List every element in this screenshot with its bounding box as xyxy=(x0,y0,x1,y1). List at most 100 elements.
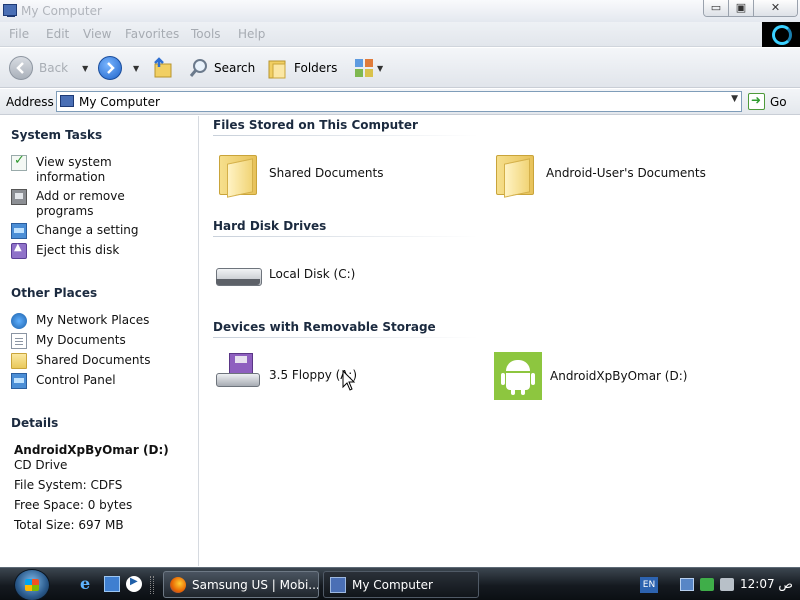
title-bar: My Computer ▭ ▣ ✕ xyxy=(0,0,800,22)
menu-help[interactable]: Help xyxy=(238,27,265,41)
quicklaunch-divider xyxy=(150,576,154,594)
sidebar-item-control-panel[interactable]: Control Panel xyxy=(11,373,176,389)
group-divider xyxy=(213,337,478,338)
details-file-system: File System: CDFS xyxy=(14,478,123,492)
group-divider xyxy=(213,135,478,136)
item-label: Android-User's Documents xyxy=(546,166,706,180)
sidebar-item-change-setting[interactable]: Change a setting xyxy=(11,223,176,239)
menu-favorites[interactable]: Favorites xyxy=(125,27,179,41)
item-label: AndroidXpByOmar (D:) xyxy=(550,369,688,383)
windows-logo-icon xyxy=(762,22,800,47)
go-arrow-icon xyxy=(748,93,765,110)
network-icon[interactable] xyxy=(680,578,694,591)
menu-view[interactable]: View xyxy=(83,27,111,41)
address-label: Address xyxy=(6,95,54,109)
task-pane: System Tasks View system information Add… xyxy=(0,116,199,566)
local-disk-c[interactable]: Local Disk (C:) xyxy=(213,250,355,298)
back-button[interactable]: Back ▼ xyxy=(9,56,88,80)
menu-file[interactable]: File xyxy=(9,27,29,41)
eject-icon xyxy=(11,242,27,259)
android-cd-drive-icon xyxy=(494,352,542,400)
show-desktop-icon[interactable] xyxy=(104,576,120,592)
forward-button[interactable]: ▼ xyxy=(98,56,139,80)
taskbar-item-label: Samsung US | Mobi... xyxy=(192,577,319,592)
group-heading-removable-storage: Devices with Removable Storage xyxy=(213,320,436,334)
cd-drive-d[interactable]: AndroidXpByOmar (D:) xyxy=(494,352,687,400)
sidebar-item-add-remove-programs[interactable]: Add or remove programs xyxy=(11,189,176,219)
forward-arrow-icon xyxy=(98,56,122,80)
menu-edit[interactable]: Edit xyxy=(46,27,69,41)
folder-icon xyxy=(213,149,261,197)
group-divider xyxy=(213,236,478,237)
forward-dropdown-icon[interactable]: ▼ xyxy=(133,64,139,73)
details-heading[interactable]: Details xyxy=(11,416,58,430)
sidebar-item-label: View system information xyxy=(36,155,112,184)
sidebar-item-my-documents[interactable]: My Documents xyxy=(11,333,176,349)
search-button[interactable]: Search xyxy=(188,56,255,80)
up-button[interactable] xyxy=(150,56,174,80)
sidebar-item-view-system-information[interactable]: View system information xyxy=(11,153,176,185)
language-indicator[interactable]: EN xyxy=(640,577,658,593)
search-icon xyxy=(189,59,207,77)
views-icon xyxy=(355,59,373,77)
folders-button[interactable]: Folders xyxy=(266,56,337,80)
security-icon[interactable] xyxy=(700,578,714,591)
address-bar: Address My Computer ▼ Go xyxy=(0,89,800,115)
address-dropdown-icon[interactable]: ▼ xyxy=(731,94,738,104)
sidebar-item-label: Add or remove programs xyxy=(36,189,125,218)
taskbar-item-samsung[interactable]: Samsung US | Mobi... xyxy=(163,571,319,598)
volume-icon[interactable] xyxy=(720,578,734,591)
hard-disk-icon xyxy=(213,250,262,298)
taskbar-item-my-computer[interactable]: My Computer xyxy=(323,571,479,598)
clock[interactable]: 12:07 ص xyxy=(740,577,793,591)
folder-icon xyxy=(490,149,538,197)
sidebar-item-label: Change a setting xyxy=(36,223,139,237)
group-heading-hard-disk-drives: Hard Disk Drives xyxy=(213,219,327,233)
group-heading-files-stored: Files Stored on This Computer xyxy=(213,118,418,132)
control-panel-icon xyxy=(11,373,27,389)
up-folder-icon xyxy=(154,57,172,78)
address-value: My Computer xyxy=(79,95,160,109)
minimize-button[interactable]: ▭ xyxy=(704,0,729,16)
shared-documents-folder[interactable]: Shared Documents xyxy=(213,149,383,197)
search-label: Search xyxy=(214,61,256,75)
start-button[interactable] xyxy=(14,569,50,600)
floppy-drive-a[interactable]: 3.5 Floppy (A:) xyxy=(213,351,357,399)
sidebar-item-label: Control Panel xyxy=(36,373,116,387)
other-places-heading[interactable]: Other Places xyxy=(11,286,97,300)
sidebar-item-label: My Network Places xyxy=(36,313,150,327)
details-type: CD Drive xyxy=(14,458,68,472)
sidebar-item-label: Shared Documents xyxy=(36,353,151,367)
back-label: Back xyxy=(39,61,69,75)
documents-icon xyxy=(11,333,27,349)
sidebar-item-label: My Documents xyxy=(36,333,126,347)
menu-tools[interactable]: Tools xyxy=(191,27,221,41)
mouse-cursor-icon xyxy=(342,370,356,391)
menu-bar: File Edit View Favorites Tools Help xyxy=(0,22,800,47)
sidebar-item-eject-disk[interactable]: Eject this disk xyxy=(11,242,176,259)
go-label: Go xyxy=(770,94,787,109)
android-user-documents-folder[interactable]: Android-User's Documents xyxy=(490,149,706,197)
sidebar-item-label: Eject this disk xyxy=(36,243,120,257)
go-button[interactable]: Go xyxy=(748,93,787,110)
sidebar-item-shared-documents[interactable]: Shared Documents xyxy=(11,353,176,369)
details-free-space: Free Space: 0 bytes xyxy=(14,498,133,512)
maximize-button[interactable]: ▣ xyxy=(729,0,754,16)
views-button[interactable]: ▼ xyxy=(353,56,383,80)
close-button[interactable]: ✕ xyxy=(754,0,797,16)
control-panel-icon xyxy=(11,223,27,239)
views-dropdown-icon: ▼ xyxy=(377,63,384,73)
network-places-icon xyxy=(11,313,27,329)
add-remove-programs-icon xyxy=(11,189,27,205)
taskbar: e Samsung US | Mobi... My Computer EN 12… xyxy=(0,567,800,600)
my-computer-icon xyxy=(60,95,74,107)
back-dropdown-icon[interactable]: ▼ xyxy=(82,64,88,73)
floppy-drive-icon xyxy=(213,351,261,399)
system-tasks-heading[interactable]: System Tasks xyxy=(11,128,102,142)
address-input[interactable]: My Computer ▼ xyxy=(56,91,742,112)
media-player-icon[interactable] xyxy=(126,576,142,592)
details-total-size: Total Size: 697 MB xyxy=(14,518,124,532)
internet-explorer-icon[interactable]: e xyxy=(80,576,96,592)
my-computer-icon xyxy=(3,4,17,17)
sidebar-item-network-places[interactable]: My Network Places xyxy=(11,313,176,329)
